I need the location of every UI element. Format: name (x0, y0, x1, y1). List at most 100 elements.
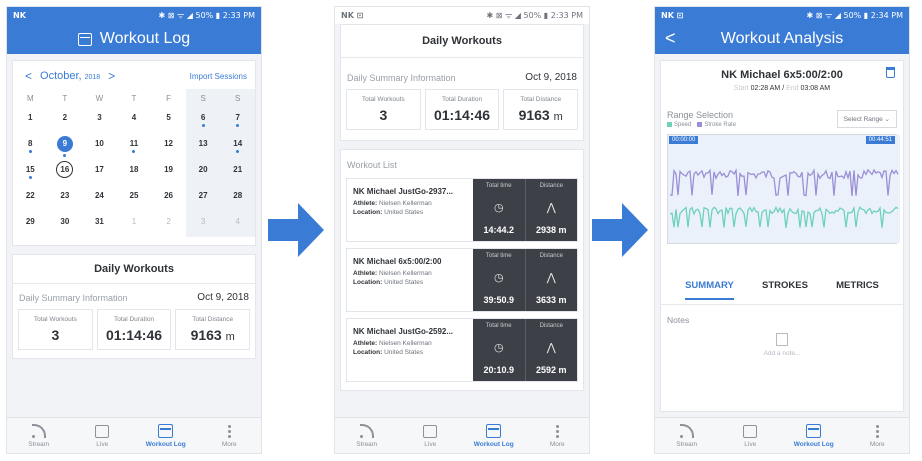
nav-workout-log[interactable]: Workout Log (782, 418, 846, 453)
location-label: Location: (353, 209, 383, 216)
calendar-day[interactable]: 1 (117, 211, 152, 237)
calendar-day[interactable]: 24 (82, 185, 117, 211)
stopwatch-icon: ◷ (493, 201, 504, 214)
calendar-day[interactable]: 18 (117, 159, 152, 185)
analysis-tabs: SUMMARY STROKES METRICS (671, 280, 893, 301)
end-label: End (786, 85, 799, 92)
calendar-day[interactable]: 30 (48, 211, 83, 237)
calendar-day[interactable]: 3 (82, 107, 117, 133)
workout-list-item[interactable]: NK Michael JustGo-2937... Athlete: Nielse… (346, 178, 578, 242)
calendar-day[interactable]: 14 (220, 133, 255, 159)
nav-live[interactable]: Live (719, 418, 783, 453)
calendar-day[interactable]: 13 (186, 133, 221, 159)
range-chart[interactable]: 00:00:00 00:44:51 (667, 134, 900, 245)
tab-strokes[interactable]: STROKES (762, 280, 808, 300)
calendar-day[interactable]: 19 (151, 159, 186, 185)
distance-label: Distance (539, 323, 563, 329)
stopwatch-icon: ◷ (493, 341, 504, 354)
calendar-day[interactable]: 29 (13, 211, 48, 237)
calendar-day[interactable]: 2 (48, 107, 83, 133)
nav-workout-log[interactable]: Workout Log (134, 418, 198, 453)
bottom-nav: Stream Live Workout Log More (655, 417, 909, 453)
calendar-day[interactable]: 7 (220, 107, 255, 133)
calendar-day[interactable]: 3 (186, 211, 221, 237)
location-value: United States (384, 349, 424, 356)
calendar-day[interactable]: 4 (220, 211, 255, 237)
stat-value: 3 (51, 327, 60, 343)
stat-label: Total Duration (441, 96, 483, 103)
summary-stats: Total Workouts 3 Total Duration 01:14:46… (341, 89, 583, 130)
calendar-day[interactable]: 28 (220, 185, 255, 211)
calendar-day[interactable]: 15 (13, 159, 48, 185)
distance-value: 3633 m (535, 295, 567, 305)
calendar-day[interactable]: 10 (82, 133, 117, 159)
athlete-line: Athlete: Nielsen Kellerman (353, 200, 467, 207)
calendar-day[interactable]: 12 (151, 133, 186, 159)
nav-live[interactable]: Live (71, 418, 135, 453)
nav-more[interactable]: More (198, 418, 262, 453)
summary-label: Daily Summary Information (19, 292, 128, 303)
nav-live[interactable]: Live (399, 418, 463, 453)
athlete-line: Athlete: Nielsen Kellerman (353, 270, 467, 277)
total-duration-stat: Total Duration 01:14:46 (424, 89, 500, 130)
daily-summary-card: Daily Workouts Daily Summary Information… (340, 24, 584, 141)
range-start-badge: 00:00:00 (669, 136, 699, 145)
add-note-link[interactable]: Add a note... (661, 350, 903, 357)
nav-more[interactable]: More (846, 418, 910, 453)
calendar-day[interactable]: 17 (82, 159, 117, 185)
next-month-button[interactable]: > (104, 69, 119, 83)
calendar-day[interactable]: 1 (13, 107, 48, 133)
nav-stream[interactable]: Stream (7, 418, 71, 453)
workout-info: NK Michael 6x5:00/2:00 Athlete: Nielsen K… (347, 249, 473, 311)
select-range-dropdown[interactable]: Select Range ⌄ (836, 110, 897, 128)
calendar-day[interactable]: 16 (48, 159, 83, 185)
workout-name: NK Michael JustGo-2592... (353, 327, 454, 336)
range-title: Range Selection (667, 110, 734, 120)
prev-month-button[interactable]: < (21, 69, 36, 83)
calendar-day[interactable]: 26 (151, 185, 186, 211)
distance-number: 9163 (518, 107, 550, 123)
calendar-day[interactable]: 31 (82, 211, 117, 237)
total-time-value: 14:44.2 (483, 225, 515, 235)
start-time: 02:28 AM (750, 85, 781, 92)
status-left: NK ⊡ (341, 11, 364, 20)
calendar-day[interactable]: 27 (186, 185, 221, 211)
nav-stream[interactable]: Stream (655, 418, 719, 453)
edit-note-icon[interactable] (776, 333, 788, 347)
workout-list-label: Workout List (347, 160, 397, 170)
workout-list-item[interactable]: NK Michael JustGo-2592... Athlete: Nielse… (346, 318, 578, 382)
back-button[interactable]: < (665, 28, 676, 49)
stat-value: 01:14:46 (433, 107, 491, 123)
calendar-day[interactable]: 6 (186, 107, 221, 133)
calendar-day[interactable]: 9 (48, 133, 83, 159)
calendar-day[interactable]: 20 (186, 159, 221, 185)
calendar-day[interactable]: 4 (117, 107, 152, 133)
stream-icon (31, 423, 46, 439)
athlete-name: Nielsen Kellerman (379, 200, 432, 207)
nav-stream[interactable]: Stream (335, 418, 399, 453)
workout-name: NK Michael 6x5:00/2:00 (721, 69, 843, 81)
calendar-day[interactable]: 8 (13, 133, 48, 159)
calendar-day[interactable]: 11 (117, 133, 152, 159)
tab-summary[interactable]: SUMMARY (685, 280, 734, 301)
import-sessions-link[interactable]: Import Sessions (190, 72, 247, 81)
calendar-day[interactable]: 23 (48, 185, 83, 211)
calendar-day[interactable]: 5 (151, 107, 186, 133)
distance-value: 2592 m (535, 365, 567, 375)
day-number: 25 (129, 191, 139, 200)
calendar-day[interactable]: 25 (117, 185, 152, 211)
calendar-day[interactable]: 2 (151, 211, 186, 237)
tab-metrics[interactable]: METRICS (836, 280, 879, 300)
workout-log-icon (158, 423, 174, 439)
chevron-down-icon: ⌄ (884, 116, 890, 123)
workout-list-item[interactable]: NK Michael 6x5:00/2:00 Athlete: Nielsen K… (346, 248, 578, 312)
location-line: Location: United States (353, 209, 467, 216)
daily-summary-row: Daily Summary Information Oct 9, 2018 (341, 58, 583, 89)
calendar-day[interactable]: 21 (220, 159, 255, 185)
calendar-day[interactable]: 22 (13, 185, 48, 211)
nav-workout-log[interactable]: Workout Log (462, 418, 526, 453)
nav-more[interactable]: More (526, 418, 590, 453)
day-number: 29 (25, 217, 35, 226)
trash-icon[interactable] (886, 67, 895, 78)
nav-label: Live (96, 441, 109, 448)
